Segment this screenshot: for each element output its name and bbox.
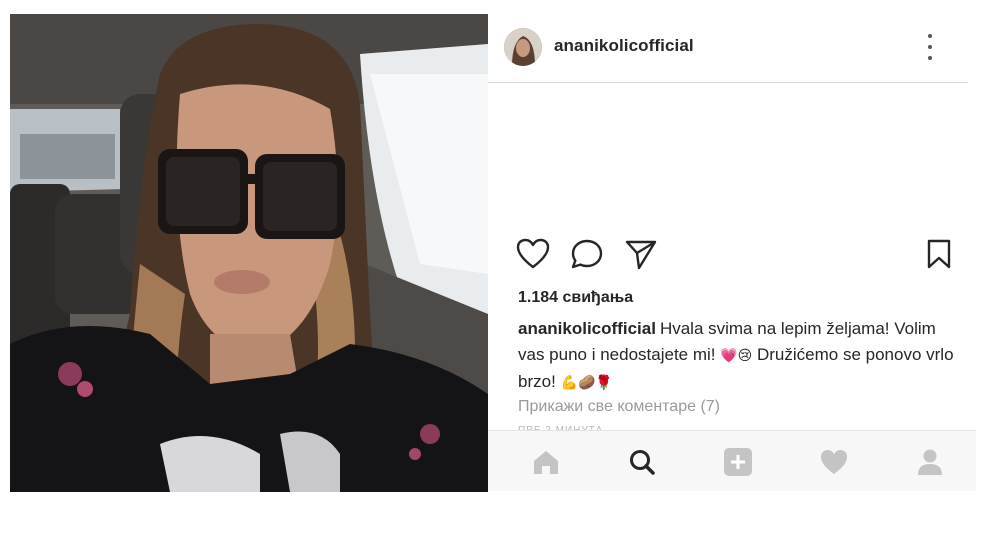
likes-count[interactable]: 1.184 свиђања bbox=[518, 289, 633, 307]
view-all-comments-link[interactable]: Прикажи све коментаре (7) bbox=[518, 398, 720, 416]
three-dots-vertical-icon[interactable] bbox=[922, 34, 938, 60]
post-header: ananikolicofficial bbox=[488, 14, 968, 83]
caption-emojis-1: 💗😢 bbox=[720, 348, 753, 364]
post-username[interactable]: ananikolicofficial bbox=[554, 36, 694, 56]
search-icon[interactable] bbox=[626, 447, 658, 477]
heart-icon[interactable] bbox=[516, 238, 550, 270]
avatar[interactable] bbox=[504, 28, 542, 66]
profile-icon[interactable] bbox=[914, 447, 946, 477]
caption-username[interactable]: ananikolicofficial bbox=[518, 319, 656, 338]
post-photo[interactable] bbox=[10, 14, 488, 492]
home-icon[interactable] bbox=[530, 447, 562, 477]
add-post-icon[interactable] bbox=[722, 447, 754, 477]
post-panel: ananikolicofficial 1.184 свиђања ananiko… bbox=[488, 14, 978, 543]
paper-plane-icon[interactable] bbox=[624, 238, 658, 270]
post-caption: ananikolicofficial Hvala svima na lepim ž… bbox=[518, 316, 966, 396]
post-actions-bar bbox=[516, 238, 956, 274]
image-below-spacer bbox=[10, 500, 488, 543]
comment-bubble-icon[interactable] bbox=[570, 238, 604, 270]
caption-emojis-2: 💪🥔🌹 bbox=[560, 375, 613, 391]
bottom-navigation bbox=[488, 430, 976, 491]
bookmark-icon[interactable] bbox=[926, 238, 952, 270]
activity-heart-icon[interactable] bbox=[818, 447, 850, 477]
avatar-image bbox=[504, 28, 542, 66]
selfie-image bbox=[10, 14, 488, 492]
